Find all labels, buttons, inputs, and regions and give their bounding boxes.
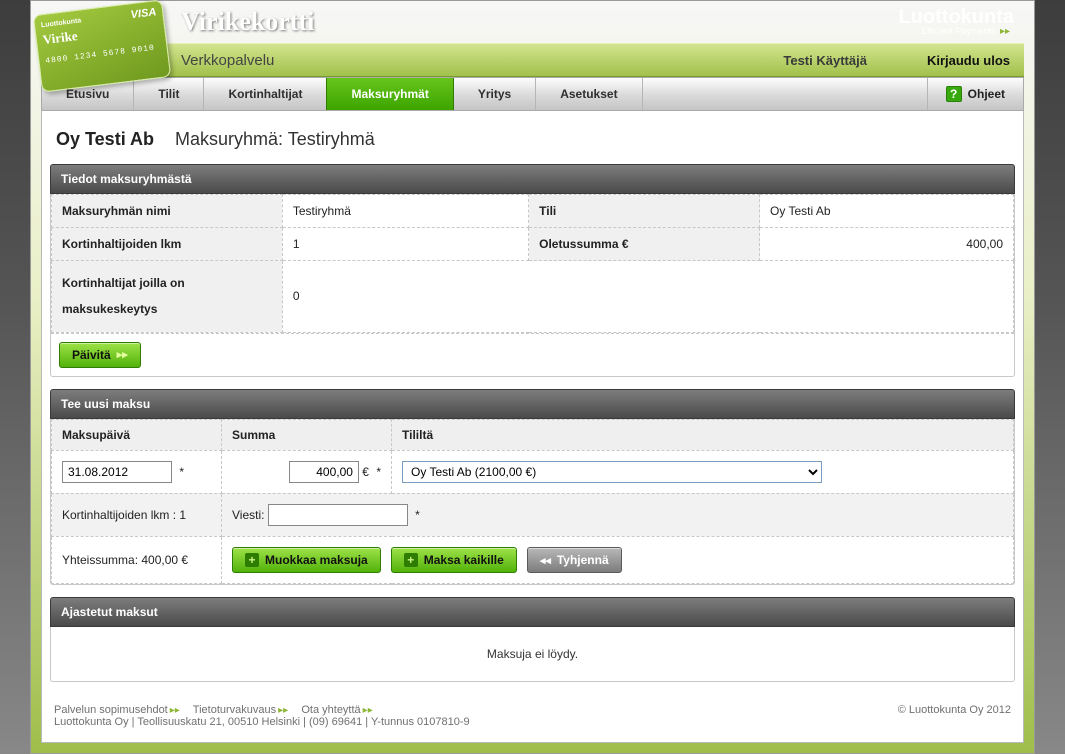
app-title: Virikekortti	[181, 7, 314, 37]
total-text: Yhteissumma: 400,00 €	[52, 536, 222, 584]
tab-asetukset[interactable]: Asetukset	[536, 78, 642, 110]
payment-panel: Tee uusi maksu Maksupäivä Summa Tililtä …	[50, 389, 1015, 586]
col-amount: Summa	[222, 419, 392, 450]
footer-copyright: © Luottokunta Oy 2012	[898, 704, 1011, 728]
footer-contact-link[interactable]: Ota yhteyttä	[301, 704, 360, 716]
tab-tilit[interactable]: Tilit	[134, 78, 204, 110]
pay-all-button[interactable]: + Maksa kaikille	[391, 547, 517, 573]
footer-security-link[interactable]: Tietoturvakuvaus	[193, 704, 276, 716]
edit-payments-label: Muokkaa maksuja	[265, 553, 368, 567]
holders-count-text: Kortinhaltijoiden lkm : 1	[52, 493, 222, 536]
company-logo-line1: Luottokunta	[898, 7, 1014, 27]
page-company: Oy Testi Ab	[56, 129, 154, 149]
clear-label: Tyhjennä	[557, 553, 609, 567]
info-panel: Tiedot maksuryhmästä Maksuryhmän nimi Te…	[50, 164, 1015, 377]
rewind-icon: ◂◂	[540, 554, 551, 567]
tab-yritys[interactable]: Yritys	[454, 78, 536, 110]
help-link[interactable]: ? Ohjeet	[927, 78, 1023, 110]
date-input[interactable]	[62, 461, 172, 483]
card-image: VISA Luottokunta Virike 4800 1234 5678 9…	[33, 0, 172, 93]
update-button-label: Päivitä	[72, 348, 111, 362]
info-default-value: 400,00	[760, 228, 1014, 261]
clear-button[interactable]: ◂◂ Tyhjennä	[527, 547, 622, 573]
pay-all-label: Maksa kaikille	[424, 553, 504, 567]
arrow-right-icon: ▸▸	[363, 705, 373, 716]
app-subtitle: Verkkopalvelu	[181, 52, 274, 69]
tab-maksuryhmat[interactable]: Maksuryhmät	[326, 78, 453, 110]
footer: Palvelun sopimusehdot▸▸ Tietoturvakuvaus…	[50, 694, 1015, 728]
tab-kortinhaltijat[interactable]: Kortinhaltijat	[204, 78, 327, 110]
arrow-right-icon: ▸▸	[170, 705, 180, 716]
logout-link[interactable]: Kirjaudu ulos	[927, 53, 1010, 68]
date-required: *	[179, 465, 184, 479]
scheduled-panel: Ajastetut maksut Maksuja ei löydy.	[50, 597, 1015, 682]
info-panel-title: Tiedot maksuryhmästä	[50, 164, 1015, 194]
info-holders-label: Kortinhaltijoiden lkm	[52, 228, 283, 261]
from-account-select[interactable]: Oy Testi Ab (2100,00 €)	[402, 461, 822, 483]
col-date: Maksupäivä	[52, 419, 222, 450]
info-holders-value: 1	[282, 228, 528, 261]
arrow-right-icon: ▸▸	[117, 348, 128, 361]
info-name-label: Maksuryhmän nimi	[52, 195, 283, 228]
arrow-right-icon: ▸▸	[278, 705, 288, 716]
col-from: Tililtä	[392, 419, 1014, 450]
company-logo-line2: Efficient Payments ▸▸	[898, 27, 1014, 37]
plus-icon: +	[404, 553, 418, 567]
plus-icon: +	[245, 553, 259, 567]
scheduled-panel-title: Ajastetut maksut	[50, 597, 1015, 627]
info-suspended-value: 0	[282, 261, 1013, 333]
footer-terms-link[interactable]: Palvelun sopimusehdot	[54, 704, 168, 716]
scheduled-empty-text: Maksuja ei löydy.	[51, 627, 1014, 681]
message-required: *	[415, 508, 420, 522]
info-account-label: Tili	[529, 195, 760, 228]
info-default-label: Oletussumma €	[529, 228, 760, 261]
footer-address: Luottokunta Oy | Teollisuuskatu 21, 0051…	[54, 716, 470, 728]
amount-required: *	[376, 465, 381, 479]
info-suspended-label: Kortinhaltijat joilla on maksukeskeytys	[52, 261, 283, 333]
help-icon: ?	[946, 86, 962, 102]
current-user: Testi Käyttäjä	[783, 53, 867, 68]
message-label: Viesti:	[232, 508, 264, 522]
currency-label: €	[362, 465, 369, 479]
payment-panel-title: Tee uusi maksu	[50, 389, 1015, 419]
help-label: Ohjeet	[968, 87, 1005, 101]
page-breadcrumb: Maksuryhmä: Testiryhmä	[175, 129, 375, 149]
info-account-value: Oy Testi Ab	[760, 195, 1014, 228]
company-logo: Luottokunta Efficient Payments ▸▸	[898, 7, 1014, 37]
edit-payments-button[interactable]: + Muokkaa maksuja	[232, 547, 381, 573]
message-input[interactable]	[268, 504, 408, 526]
info-name-value: Testiryhmä	[282, 195, 528, 228]
update-button[interactable]: Päivitä ▸▸	[59, 342, 141, 368]
amount-input[interactable]	[289, 461, 359, 483]
main-nav: Etusivu Tilit Kortinhaltijat Maksuryhmät…	[41, 77, 1024, 111]
